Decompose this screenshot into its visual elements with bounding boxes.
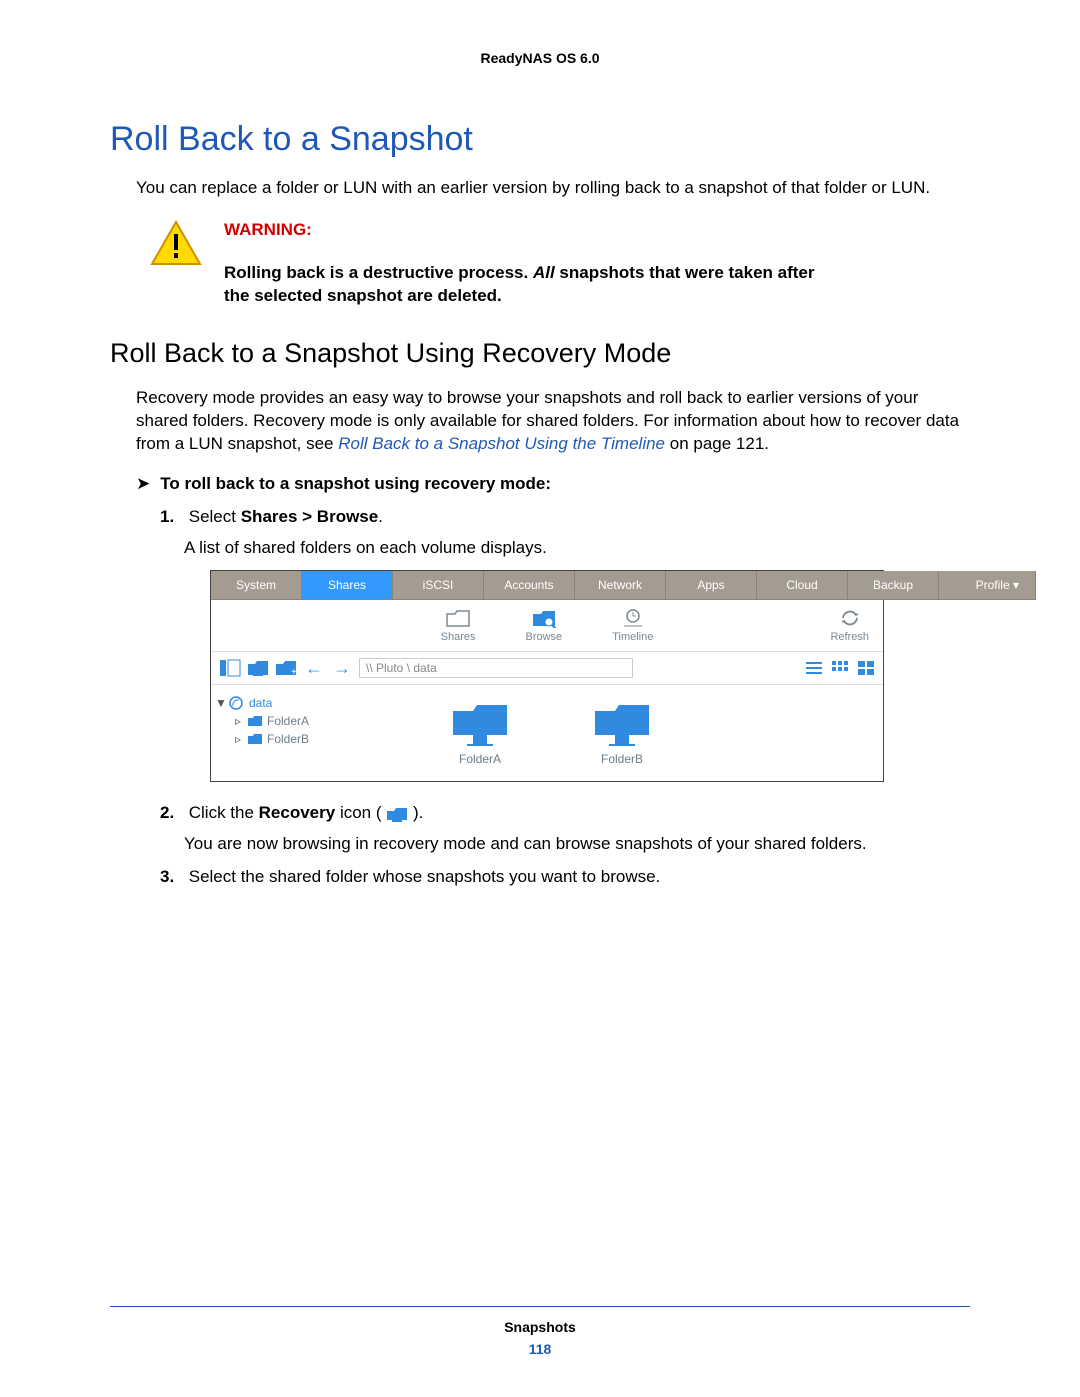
section-paragraph: Recovery mode provides an easy way to br…	[136, 387, 970, 456]
step-2-sub: You are now browsing in recovery mode an…	[184, 833, 970, 856]
step-1-sub: A list of shared folders on each volume …	[184, 537, 970, 560]
svg-text:+: +	[291, 667, 297, 677]
tab-network[interactable]: Network	[575, 571, 666, 600]
toolbar-refresh[interactable]: Refresh	[830, 608, 869, 645]
step-number: 1.	[160, 506, 184, 529]
warning-body: Rolling back is a destructive process. A…	[224, 262, 824, 308]
step-1-text-a: Select	[189, 507, 241, 526]
expand-icon[interactable]: ▼	[215, 695, 225, 711]
toolbar-refresh-label: Refresh	[830, 631, 869, 643]
toolbar-shares-label: Shares	[441, 631, 476, 643]
refresh-icon	[837, 608, 863, 628]
tab-iscsi[interactable]: iSCSI	[393, 571, 484, 600]
tree-root-label: data	[249, 695, 272, 711]
toolbar-timeline-label: Timeline	[612, 631, 653, 643]
tile-area: FolderA FolderB	[379, 685, 883, 781]
folder-tree: ▼ data ▹ FolderA ▹	[211, 685, 379, 781]
running-header: ReadyNAS OS 6.0	[110, 50, 970, 66]
expand-icon[interactable]: ▹	[233, 731, 243, 747]
page-footer: Snapshots 118	[110, 1306, 970, 1357]
tab-accounts[interactable]: Accounts	[484, 571, 575, 600]
forward-arrow-icon[interactable]: →	[331, 656, 353, 680]
tile-label: FolderB	[591, 751, 653, 767]
toolbar-shares[interactable]: Shares	[441, 608, 476, 645]
pathbar: + ← →	[211, 652, 883, 685]
step-3-text: Select the shared folder whose snapshots…	[189, 867, 661, 886]
step-2-text-c: icon (	[335, 803, 381, 822]
p2-text-b: on page 121.	[665, 434, 769, 453]
step-2-text-a: Click the	[189, 803, 259, 822]
tree-item-label: FolderA	[267, 713, 309, 729]
ui-screenshot: System Shares iSCSI Accounts Network App…	[210, 570, 884, 783]
step-2: 2. Click the Recovery icon ( ). You are …	[160, 802, 970, 856]
tree-root[interactable]: ▼ data	[215, 695, 375, 711]
share-folder-icon	[247, 733, 263, 745]
warning-block: WARNING: Rolling back is a destructive p…	[150, 220, 970, 308]
tree-item-label: FolderB	[267, 731, 309, 747]
warning-label: WARNING:	[224, 220, 824, 240]
cross-ref-link[interactable]: Roll Back to a Snapshot Using the Timeli…	[338, 434, 665, 453]
step-1: 1. Select Shares > Browse. A list of sha…	[160, 506, 970, 782]
tab-backup[interactable]: Backup	[848, 571, 939, 600]
procedure-heading: ➤ To roll back to a snapshot using recov…	[136, 474, 970, 494]
step-2-text-d: ).	[413, 803, 423, 822]
footer-section: Snapshots	[110, 1319, 970, 1335]
section-heading: Roll Back to a Snapshot Using Recovery M…	[110, 338, 970, 369]
main-tabs: System Shares iSCSI Accounts Network App…	[211, 571, 883, 600]
back-arrow-icon[interactable]: ←	[303, 656, 325, 680]
tile-label: FolderA	[449, 751, 511, 767]
toolbar-timeline[interactable]: Timeline	[612, 608, 653, 645]
procedure-heading-text: To roll back to a snapshot using recover…	[160, 474, 551, 494]
tab-apps[interactable]: Apps	[666, 571, 757, 600]
browse-icon	[531, 608, 557, 628]
page-title: Roll Back to a Snapshot	[110, 120, 970, 159]
step-number: 3.	[160, 866, 184, 889]
step-2-bold: Recovery	[259, 803, 336, 822]
timeline-icon	[620, 608, 646, 628]
toolbar-browse-label: Browse	[526, 631, 563, 643]
step-1-text-c: .	[378, 507, 383, 526]
step-1-bold: Shares > Browse	[241, 507, 379, 526]
tree-item-folderb[interactable]: ▹ FolderB	[233, 731, 375, 747]
tab-shares[interactable]: Shares	[302, 571, 393, 600]
intro-paragraph: You can replace a folder or LUN with an …	[136, 177, 970, 200]
share-folder-large-icon	[591, 699, 653, 747]
tree-item-foldera[interactable]: ▹ FolderA	[233, 713, 375, 729]
path-input[interactable]	[359, 658, 633, 678]
tab-cloud[interactable]: Cloud	[757, 571, 848, 600]
shares-icon	[445, 608, 471, 628]
tile-folderb[interactable]: FolderB	[591, 699, 653, 767]
list-view-icon[interactable]	[805, 660, 823, 676]
large-view-icon[interactable]	[857, 660, 875, 676]
warning-icon	[150, 220, 202, 266]
share-folder-icon	[247, 715, 263, 727]
tab-profile[interactable]: Profile ▾	[939, 571, 1036, 600]
recovery-icon[interactable]	[247, 659, 269, 677]
warning-body-prefix: Rolling back is a destructive process.	[224, 263, 533, 282]
share-folder-large-icon	[449, 699, 511, 747]
expand-icon[interactable]: ▹	[233, 713, 243, 729]
tile-foldera[interactable]: FolderA	[449, 699, 511, 767]
warning-body-italic: All	[533, 263, 555, 282]
footer-page-number: 118	[110, 1341, 970, 1357]
new-folder-icon[interactable]: +	[275, 659, 297, 677]
grid-view-icon[interactable]	[831, 660, 849, 676]
toolbar-browse[interactable]: Browse	[526, 608, 563, 645]
sub-toolbar: Shares Browse Timeline Refresh	[211, 600, 883, 652]
step-3: 3. Select the shared folder whose snapsh…	[160, 866, 970, 889]
tab-system[interactable]: System	[211, 571, 302, 600]
volume-icon	[229, 696, 245, 710]
step-number: 2.	[160, 802, 184, 825]
procedure-arrow-icon: ➤	[136, 474, 150, 494]
tree-panel-icon[interactable]	[219, 659, 241, 677]
recovery-inline-icon	[386, 806, 408, 822]
